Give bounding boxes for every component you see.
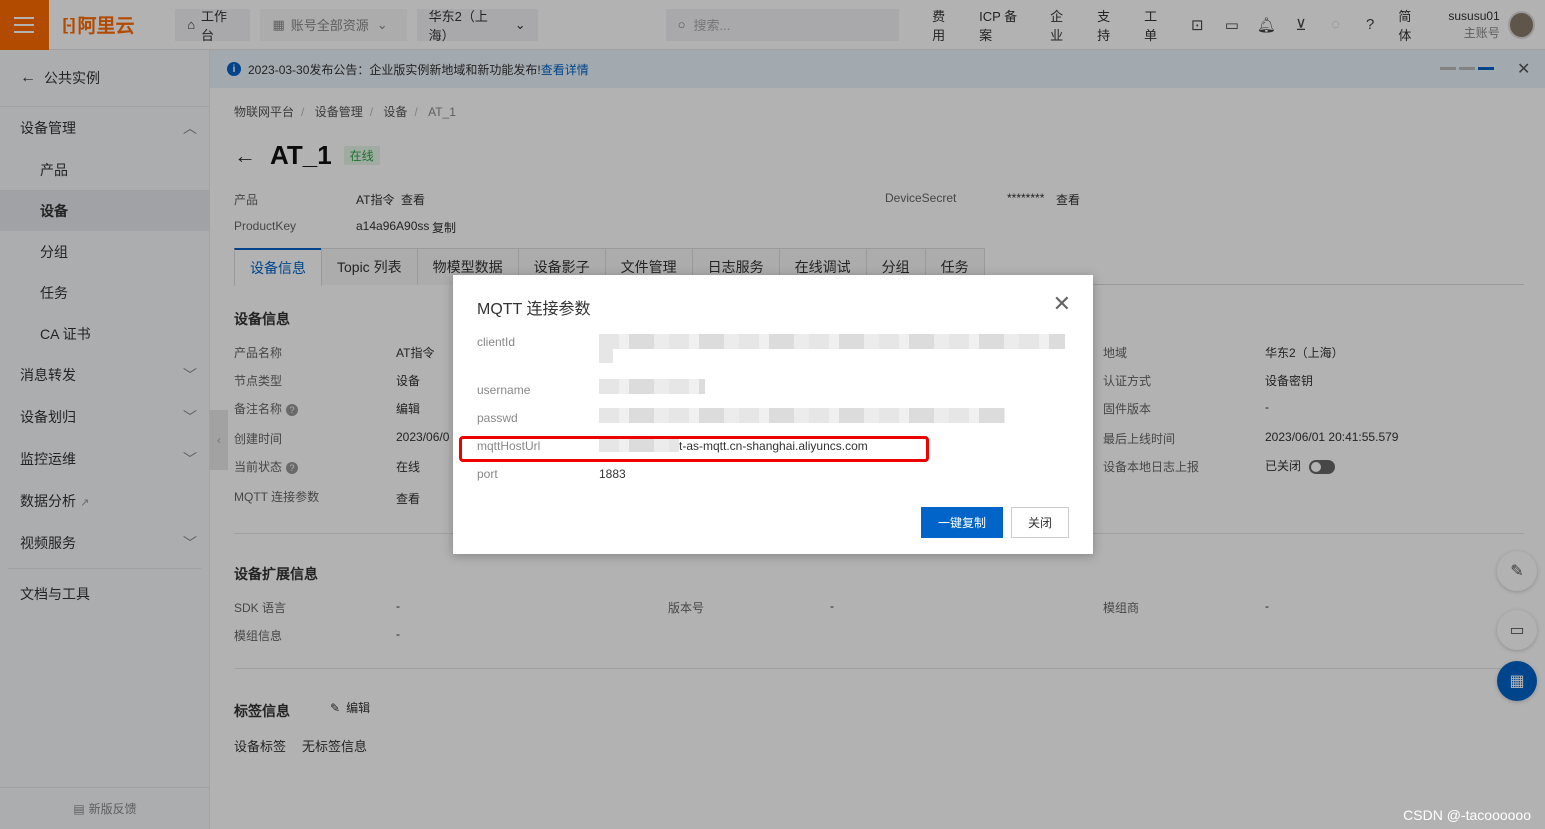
copy-all-button[interactable]: 一键复制	[921, 507, 1003, 538]
passwd-value-redacted	[599, 408, 1005, 423]
mqtt-params-dialog: MQTT 连接参数 ✕ clientId username passwd mqt…	[453, 275, 1093, 554]
watermark: CSDN @-tacoooooo	[1403, 807, 1531, 823]
clientid-value-redacted	[599, 334, 1065, 349]
port-value: 1883	[599, 467, 626, 481]
username-label: username	[477, 383, 531, 397]
clientid-label: clientId	[477, 335, 516, 349]
dialog-title: MQTT 连接参数	[477, 301, 591, 318]
clientid-value-redacted	[599, 349, 613, 363]
close-icon[interactable]: ✕	[1053, 291, 1071, 317]
port-label: port	[477, 467, 498, 481]
highlight-annotation	[459, 436, 929, 462]
username-value-redacted	[599, 379, 705, 394]
passwd-label: passwd	[477, 411, 518, 425]
close-button[interactable]: 关闭	[1011, 507, 1069, 538]
